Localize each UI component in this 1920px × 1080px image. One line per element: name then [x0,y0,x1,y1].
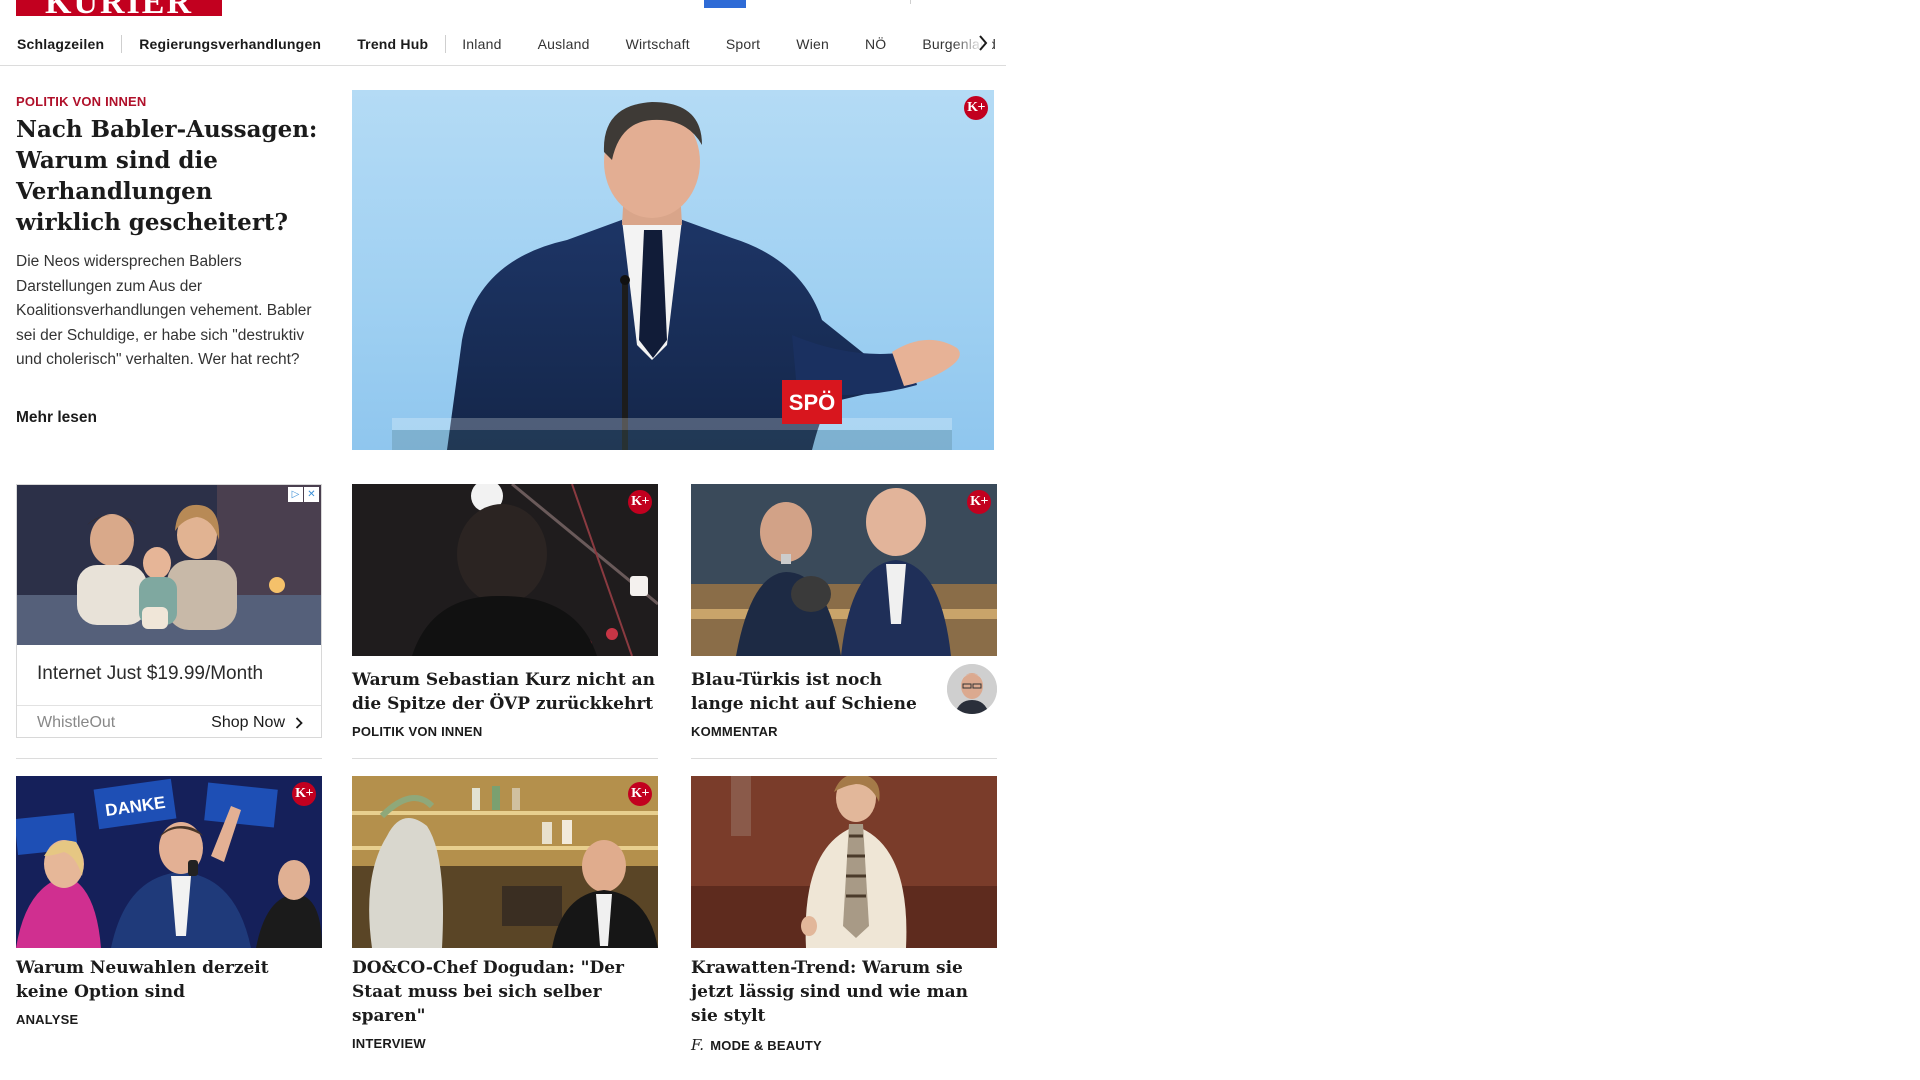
article-kicker[interactable]: f. MODE & BEAUTY [691,1036,997,1054]
article-card[interactable]: K+ DO&CO-Chef Dogudan: "Der Staat muss b… [352,776,658,1051]
row-divider [352,758,658,759]
sponsored-ad[interactable]: ▷ ✕ Internet Just $19.99/Month WhistleOu… [16,484,322,738]
ad-info-icon[interactable]: ▷ [288,487,303,502]
article-kicker-label: INTERVIEW [352,1036,426,1051]
lead-headline[interactable]: Nach Babler-Aussagen: Warum sind die Ver… [16,114,322,238]
article-kicker-label: ANALYSE [16,1012,79,1027]
lead-teaser: Die Neos widersprechen Bablers Darstellu… [16,253,312,368]
nav-item-schlagzeilen[interactable]: Schlagzeilen [17,36,104,52]
article-title[interactable]: Warum Neuwahlen derzeit keine Option sin… [16,956,322,1004]
premium-badge-text: K+ [631,786,649,801]
article-kicker[interactable]: POLITIK VON INNEN [352,724,658,739]
ad-image: ▷ ✕ [17,485,321,645]
ad-cta-label: Shop Now [211,713,285,731]
premium-badge: K+ [628,782,652,806]
chevron-right-icon [979,35,988,51]
premium-badge: K+ [967,490,991,514]
premium-badge-text: K+ [967,100,985,115]
lead-image[interactable]: SPÖ K+ [352,90,994,450]
nav-item-noe[interactable]: NÖ [865,36,886,52]
ad-photo [17,485,321,645]
nav-item-sport[interactable]: Sport [726,36,760,52]
article-kicker[interactable]: ANALYSE [16,1012,322,1027]
main-navigation: Schlagzeilen Regierungsverhandlungen Tre… [0,22,1006,66]
article-kicker[interactable]: INTERVIEW [352,1036,658,1051]
article-kicker[interactable]: KOMMENTAR [691,724,997,739]
article-kicker-label: KOMMENTAR [691,724,778,739]
article-photo [691,776,997,948]
article-title[interactable]: Blau-Türkis ist noch lange nicht auf Sch… [691,668,931,716]
nav-item-wirtschaft[interactable]: Wirtschaft [626,36,690,52]
row-divider [16,758,322,759]
article-image: K+ [352,484,658,656]
author-avatar [947,664,997,714]
page: KURIER Schlagzeilen Regierungsverhandlun… [0,0,1920,1080]
ad-title[interactable]: Internet Just $19.99/Month [37,663,263,685]
nav-item-trend-hub[interactable]: Trend Hub [357,36,428,52]
lead-photo: SPÖ [392,102,960,450]
header-divider [910,0,911,4]
article-card[interactable]: K+ Warum Sebastian Kurz nicht an die Spi… [352,484,658,739]
ad-choices[interactable]: ▷ ✕ [288,487,319,502]
premium-badge: K+ [292,782,316,806]
chevron-right-icon [295,716,303,729]
nav-item-regierungsverhandlungen[interactable]: Regierungsverhandlungen [139,36,321,52]
article-title[interactable]: DO&CO-Chef Dogudan: "Der Staat muss bei … [352,956,658,1028]
article-card[interactable]: K+ Blau-Türkis ist noch lange nicht auf … [691,484,997,739]
spoe-sign-text: SPÖ [789,390,835,415]
article-title[interactable]: Warum Sebastian Kurz nicht an die Spitze… [352,668,658,716]
lead-kicker[interactable]: POLITIK VON INNEN [16,94,147,109]
nav-separator [445,34,447,53]
premium-badge-text: K+ [970,494,988,509]
nav-item-inland[interactable]: Inland [462,36,501,52]
header-accent-bar [704,0,746,8]
ad-shop-now-button[interactable]: Shop Now [211,714,303,732]
premium-badge-text: K+ [295,786,313,801]
premium-badge: K+ [628,490,652,514]
article-card[interactable]: Krawatten-Trend: Warum sie jetzt lässig … [691,776,997,1054]
close-icon[interactable]: ✕ [304,487,319,502]
article-image: K+ [691,484,997,656]
article-photo [352,484,658,656]
kurier-logo[interactable]: KURIER [16,0,222,16]
read-more-link[interactable]: Mehr lesen [16,409,97,427]
ad-footer: WhistleOut Shop Now [17,705,321,737]
author-photo [947,664,997,714]
nav-item-wien[interactable]: Wien [796,36,829,52]
article-kicker-label: MODE & BEAUTY [710,1037,822,1053]
nav-scroll-right-button[interactable] [974,32,992,54]
article-photo: DANKE [16,776,322,948]
nav-item-ausland[interactable]: Ausland [538,36,590,52]
article-photo [352,776,658,948]
article-title[interactable]: Krawatten-Trend: Warum sie jetzt lässig … [691,956,997,1028]
article-image: K+ [352,776,658,948]
article-image [691,776,997,948]
article-card[interactable]: DANKE K+ Warum Neuwahlen derzeit keine O… [16,776,322,1027]
article-photo [691,484,997,656]
freizeit-icon: f. [691,1036,705,1054]
premium-badge-text: K+ [631,494,649,509]
article-kicker-label: POLITIK VON INNEN [352,724,483,739]
premium-badge: K+ [964,96,988,120]
article-image: DANKE K+ [16,776,322,948]
row-divider [691,758,997,759]
nav-separator [121,34,123,53]
ad-brand: WhistleOut [37,713,116,731]
